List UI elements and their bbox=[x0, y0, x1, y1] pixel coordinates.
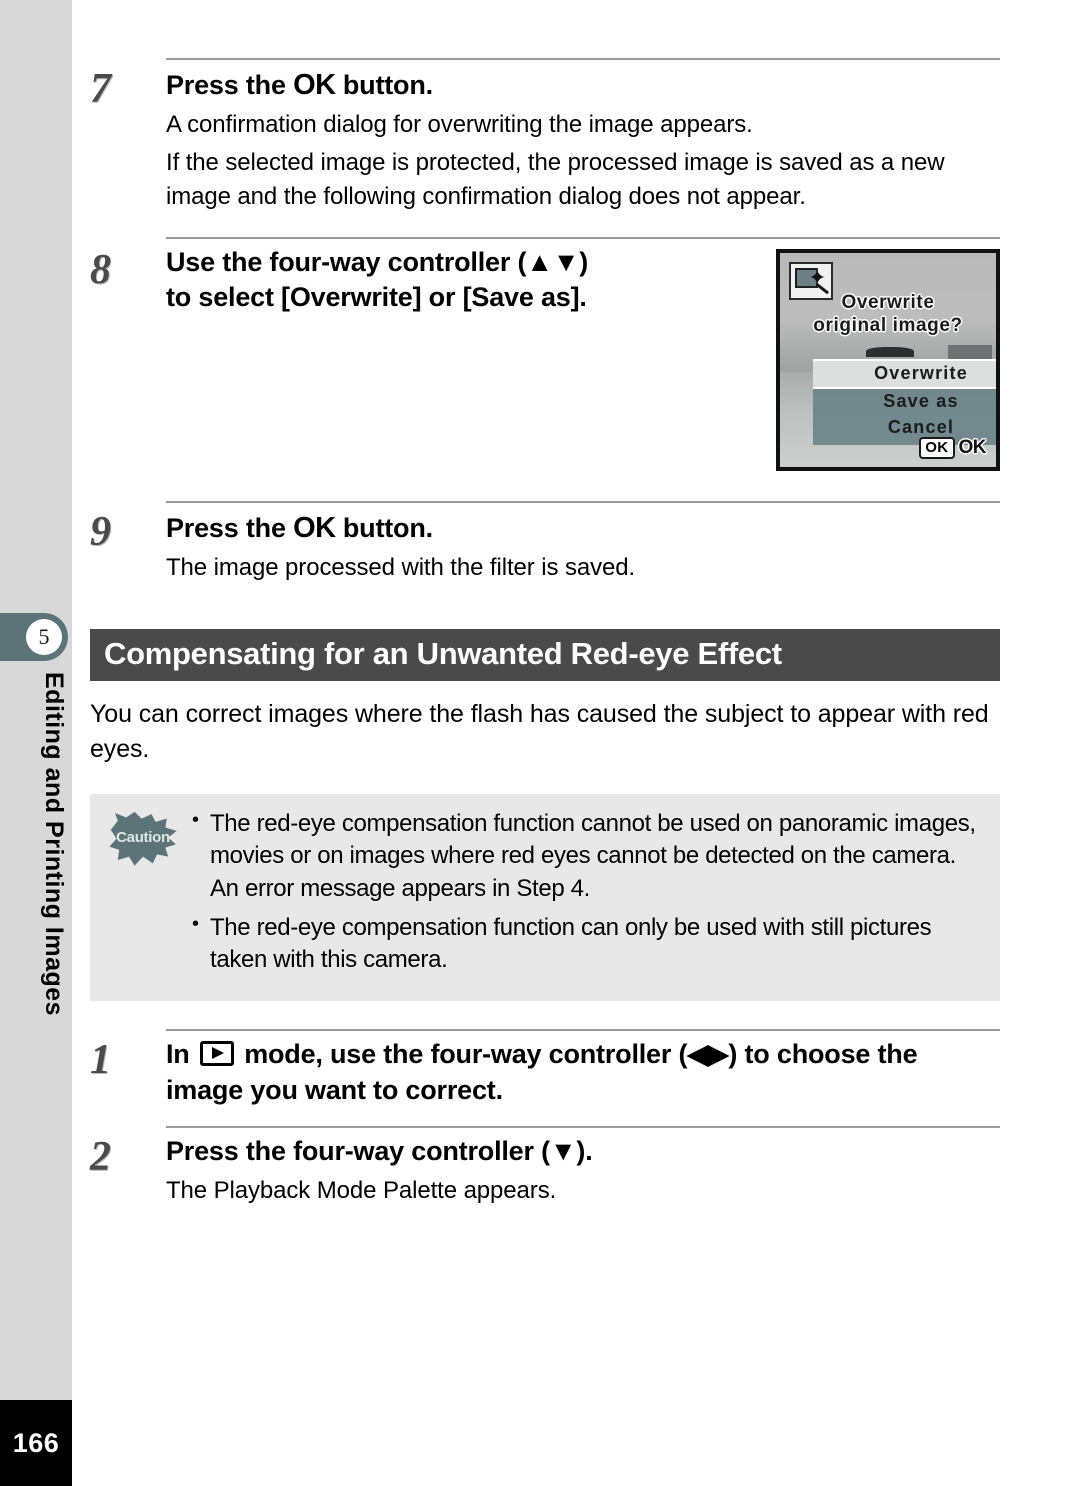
step-9-heading: Press the OK button. bbox=[166, 509, 1000, 547]
step-9-heading-pre: Press the bbox=[166, 512, 294, 543]
caution-badge-label: Caution bbox=[116, 828, 170, 846]
lcd-prompt: Overwrite original image? bbox=[780, 291, 996, 337]
caution-icon: Caution bbox=[108, 811, 178, 868]
caution-item: The red-eye compensation function cannot… bbox=[188, 807, 982, 906]
section-heading: Compensating for an Unwanted Red-eye Eff… bbox=[90, 628, 1000, 681]
step-9-heading-post: button. bbox=[335, 512, 433, 543]
step-7-heading: Press the OK button. bbox=[166, 66, 1000, 104]
lcd-prompt-line1: Overwrite bbox=[841, 291, 935, 313]
step-number: 1 bbox=[90, 1036, 111, 1083]
chapter-tab: 5 bbox=[0, 613, 68, 661]
step-2-heading: Press the four-way controller (▼). bbox=[166, 1136, 593, 1167]
running-head: Editing and Printing Images bbox=[40, 672, 68, 1017]
lcd-ok-indicator: OK OK bbox=[919, 436, 987, 459]
lcd-menu-item-save-as[interactable]: Save as bbox=[813, 389, 996, 415]
step-8-heading-line1: Use the four-way controller (▲▼) bbox=[166, 246, 589, 277]
step-9: 9 Press the OK button. The image process… bbox=[90, 500, 1000, 585]
ok-action-label: OK bbox=[958, 436, 987, 458]
step-1-heading-post: mode, use the four-way controller (◀▶) t… bbox=[166, 1038, 918, 1105]
caution-box: Caution The red-eye compensation functio… bbox=[90, 793, 1000, 1001]
camera-lcd-illustration: ✦ Overwrite original image? Overwrite Sa… bbox=[776, 248, 1000, 471]
step-1: 1 In mode, use the four-way controller (… bbox=[90, 1028, 1000, 1108]
ok-button-glyph: OK bbox=[293, 511, 336, 544]
page-content: 7 Press the OK button. A confirmation di… bbox=[90, 0, 1000, 1208]
step-1-heading-pre: In bbox=[166, 1038, 197, 1069]
lcd-prompt-line2: original image? bbox=[813, 314, 963, 336]
step-7-text-2: If the selected image is protected, the … bbox=[166, 149, 945, 211]
step-2-text-1: The Playback Mode Palette appears. bbox=[166, 1176, 557, 1204]
caution-item: The red-eye compensation function can on… bbox=[188, 911, 982, 977]
lcd-menu-item-overwrite[interactable]: Overwrite bbox=[813, 358, 996, 389]
step-9-text-1: The image processed with the filter is s… bbox=[166, 553, 636, 581]
caution-list: The red-eye compensation function cannot… bbox=[188, 807, 982, 983]
photo-pier-silhouette bbox=[866, 346, 914, 358]
ok-button-glyph: OK bbox=[293, 69, 336, 101]
step-7-heading-pre: Press the bbox=[166, 70, 294, 100]
step-number: 2 bbox=[90, 1134, 111, 1181]
step-number: 9 bbox=[90, 508, 111, 555]
lcd-menu: Overwrite Save as Cancel bbox=[813, 358, 996, 446]
step-number: 7 bbox=[90, 66, 111, 112]
chapter-tab-number: 5 bbox=[26, 619, 62, 655]
step-2: 2 Press the four-way controller (▼). The… bbox=[90, 1126, 1000, 1208]
step-7-text-1: A confirmation dialog for overwriting th… bbox=[166, 111, 753, 139]
step-1-heading: In mode, use the four-way controller (◀▶… bbox=[166, 1037, 1000, 1108]
step-7-heading-post: button. bbox=[335, 70, 433, 100]
step-8: 8 Use the four-way controller (▲▼) to se… bbox=[90, 236, 1000, 471]
step-8-heading-line2: to select [Overwrite] or [Save as]. bbox=[166, 282, 587, 313]
page-number: 166 bbox=[0, 1400, 72, 1486]
playback-mode-icon bbox=[199, 1040, 234, 1066]
section-intro: You can correct images where the flash h… bbox=[90, 699, 989, 764]
ok-key-badge: OK bbox=[919, 436, 955, 459]
step-number: 8 bbox=[90, 246, 111, 293]
step-7: 7 Press the OK button. A confirmation di… bbox=[90, 58, 1000, 215]
